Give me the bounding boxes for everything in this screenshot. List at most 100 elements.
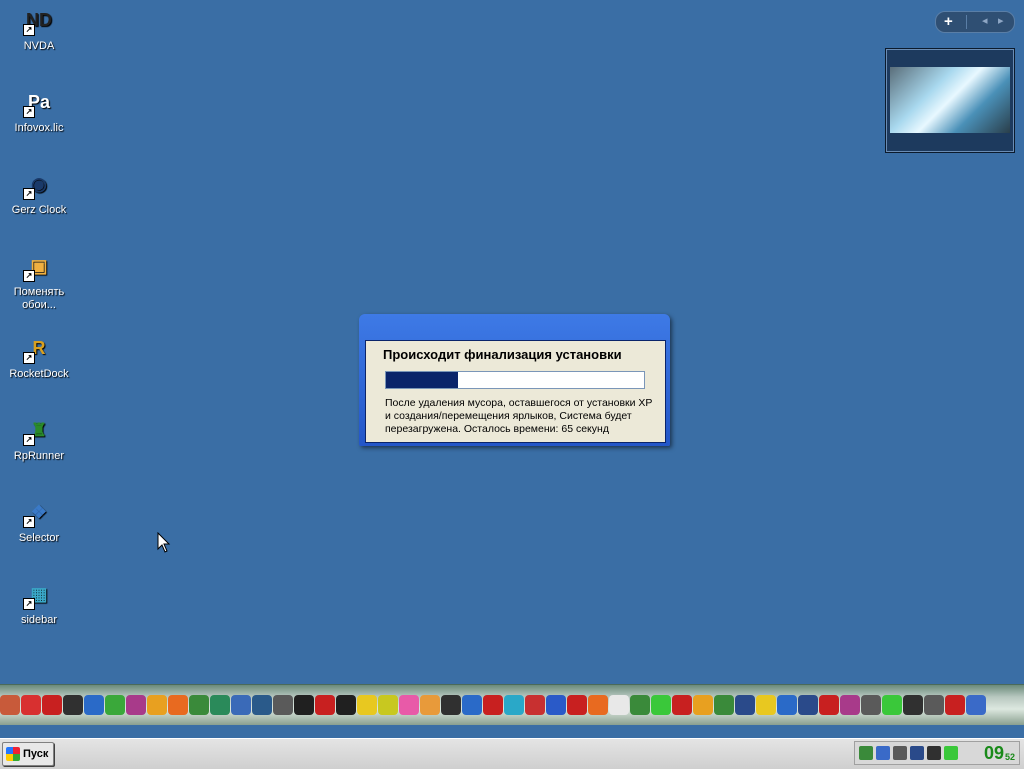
app-icon[interactable] — [840, 695, 860, 715]
shortcut-arrow-icon: ↗ — [23, 106, 35, 118]
system-tray: 09 52 — [854, 741, 1020, 765]
app-icon[interactable] — [378, 695, 398, 715]
app-icon[interactable] — [504, 695, 524, 715]
desktop-icon[interactable]: ♜ ↗ RpRunner — [0, 414, 78, 463]
app-icon[interactable] — [441, 695, 461, 715]
start-button[interactable]: Пуск — [2, 742, 54, 766]
app-icon[interactable] — [903, 695, 923, 715]
reshacker-icon[interactable] — [294, 695, 314, 715]
app-icon[interactable] — [315, 695, 335, 715]
tray-app-icon[interactable] — [859, 746, 873, 760]
app-icon[interactable] — [798, 695, 818, 715]
nvda-icon: ND ↗ — [23, 4, 55, 36]
desktop-icon[interactable]: R ↗ RocketDock — [0, 332, 78, 381]
clock[interactable]: 09 52 — [984, 744, 1015, 762]
app-icon[interactable] — [630, 695, 650, 715]
taskbar: Пуск 09 52 — [0, 738, 1024, 769]
app-icon[interactable] — [0, 695, 20, 715]
desktop-icon-label: sidebar — [20, 614, 58, 626]
clock-hours: 09 — [983, 743, 1004, 763]
desktop-icon[interactable]: ▦ ↗ sidebar — [0, 578, 78, 627]
app-icon[interactable] — [693, 695, 713, 715]
app-icon[interactable] — [42, 695, 62, 715]
finalization-dialog: Происходит финализация установки После у… — [359, 314, 670, 446]
shortcut-arrow-icon: ↗ — [23, 188, 35, 200]
desktop-icon-label: RocketDock — [9, 368, 69, 380]
add-gadget-button[interactable]: + — [944, 13, 953, 30]
virtualbox-icon[interactable] — [231, 695, 251, 715]
desktop-icon-label: Infovox.lic — [14, 122, 64, 134]
desktop-icon[interactable]: ND ↗ NVDA — [0, 4, 78, 53]
progress-fill — [386, 372, 459, 388]
app-icon[interactable] — [756, 695, 776, 715]
photoshop-icon[interactable] — [735, 695, 755, 715]
sidebar-navigation: + ◂ ▸ — [935, 11, 1015, 33]
app-icon[interactable] — [126, 695, 146, 715]
app-icon[interactable] — [546, 695, 566, 715]
app-icon[interactable] — [420, 695, 440, 715]
rprunner-icon: ♜ ↗ — [23, 414, 55, 446]
next-page-button[interactable]: ▸ — [998, 14, 1004, 27]
windows-logo-icon — [6, 747, 20, 761]
tray-app-icon[interactable] — [927, 746, 941, 760]
desktop-icon[interactable]: Pa ↗ Infovox.lic — [0, 86, 78, 135]
sidebar-icon: ▦ ↗ — [23, 578, 55, 610]
shortcut-arrow-icon: ↗ — [23, 24, 35, 36]
rocketdock-bar — [0, 684, 1024, 725]
shortcut-arrow-icon: ↗ — [23, 434, 35, 446]
rocketdock-icon: R ↗ — [23, 332, 55, 364]
ccleaner-icon[interactable] — [945, 695, 965, 715]
app-icon[interactable] — [252, 695, 272, 715]
app-icon[interactable] — [105, 695, 125, 715]
firefox-icon[interactable] — [168, 695, 188, 715]
progress-bar — [385, 371, 645, 389]
tray-app-icon[interactable] — [944, 746, 958, 760]
app-icon[interactable] — [357, 695, 377, 715]
desktop-icon-label: Поменять обои... — [13, 286, 65, 311]
app-icon[interactable] — [483, 695, 503, 715]
app-icon[interactable] — [210, 695, 230, 715]
mouse-cursor-icon — [157, 532, 171, 553]
dialog-message: После удаления мусора, оставшегося от ус… — [385, 397, 653, 435]
app-icon[interactable] — [21, 695, 41, 715]
shortcut-arrow-icon: ↗ — [23, 270, 35, 282]
app-icon[interactable] — [966, 695, 986, 715]
app-icon[interactable] — [462, 695, 482, 715]
desktop-icon-label: Gerz Clock — [11, 204, 67, 216]
desktop-icon[interactable]: ▣ ↗ Поменять обои... — [0, 250, 78, 312]
app-icon[interactable] — [588, 695, 608, 715]
selector-icon: ❖ ↗ — [23, 496, 55, 528]
shortcut-arrow-icon: ↗ — [23, 598, 35, 610]
desktop-icon[interactable]: ❖ ↗ Selector — [0, 496, 78, 545]
app-icon[interactable] — [63, 695, 83, 715]
app-icon[interactable] — [861, 695, 881, 715]
dialog-body: Происходит финализация установки После у… — [365, 340, 666, 443]
app-icon[interactable] — [189, 695, 209, 715]
app-icon[interactable] — [714, 695, 734, 715]
tray-app-icon[interactable] — [910, 746, 924, 760]
app-icon[interactable] — [651, 695, 671, 715]
tray-app-icon[interactable] — [876, 746, 890, 760]
app-icon[interactable] — [336, 695, 356, 715]
app-icon[interactable] — [567, 695, 587, 715]
app-icon[interactable] — [777, 695, 797, 715]
app-icon[interactable] — [924, 695, 944, 715]
utorrent-icon[interactable] — [882, 695, 902, 715]
desktop-icon-label: NVDA — [23, 40, 55, 52]
app-icon[interactable] — [609, 695, 629, 715]
shortcut-arrow-icon: ↗ — [23, 352, 35, 364]
app-icon[interactable] — [399, 695, 419, 715]
app-icon[interactable] — [147, 695, 167, 715]
desktop-icon[interactable]: ◉ ↗ Gerz Clock — [0, 168, 78, 217]
app-icon[interactable] — [273, 695, 293, 715]
start-label: Пуск — [23, 748, 49, 760]
desktop-icon-label: Selector — [18, 532, 60, 544]
media-player-icon[interactable] — [84, 695, 104, 715]
slideshow-gadget[interactable] — [885, 48, 1015, 153]
app-icon[interactable] — [525, 695, 545, 715]
license-file-icon: Pa ↗ — [23, 86, 55, 118]
tray-app-icon[interactable] — [893, 746, 907, 760]
opera-icon[interactable] — [672, 695, 692, 715]
opera-icon[interactable] — [819, 695, 839, 715]
previous-page-button[interactable]: ◂ — [982, 14, 988, 27]
